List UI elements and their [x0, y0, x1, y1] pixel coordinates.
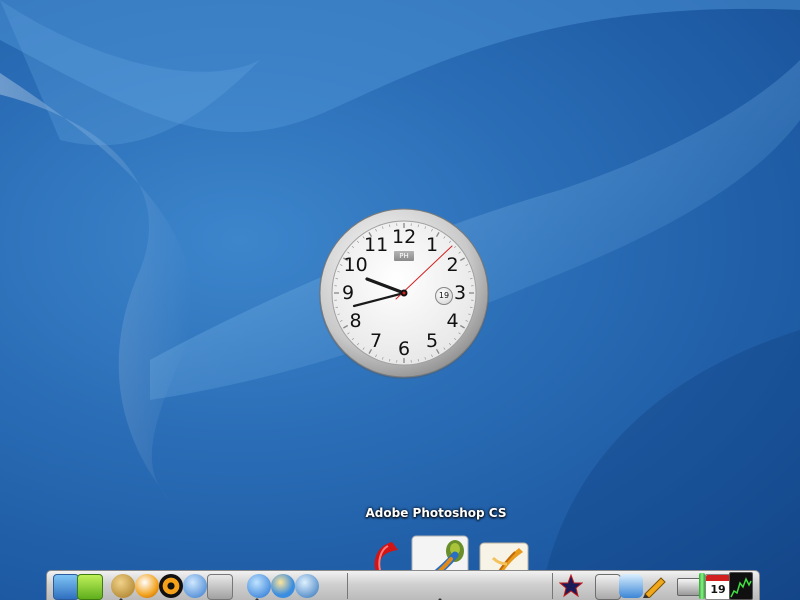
quicktime-icon[interactable] — [183, 574, 207, 598]
ical-day: 19 — [710, 583, 726, 596]
clock-number: 1 — [425, 233, 439, 256]
internet-explorer-icon[interactable] — [247, 574, 271, 598]
clock-number: 7 — [369, 330, 383, 353]
clock-number: 10 — [343, 254, 368, 276]
hard-drive-icon[interactable] — [677, 578, 701, 596]
finder-icon[interactable] — [53, 574, 79, 600]
clock-number: 6 — [397, 338, 411, 360]
activity-monitor-icon[interactable] — [729, 572, 753, 600]
clock-number: 9 — [341, 282, 355, 304]
clock-brand-badge: PH — [394, 251, 414, 261]
ichat-icon[interactable] — [77, 574, 103, 600]
pencil-app-icon[interactable] — [643, 574, 667, 599]
itunes-icon[interactable] — [619, 574, 643, 598]
clock-number: 8 — [349, 310, 362, 332]
burn-icon[interactable] — [135, 574, 159, 598]
dock-hover-label: Adobe Photoshop CS — [365, 506, 507, 520]
ical-icon[interactable]: 19 — [705, 574, 731, 600]
preview-icon[interactable] — [207, 574, 233, 600]
clock-number: 4 — [446, 310, 459, 332]
dock-separator — [347, 573, 348, 599]
radioactive-icon[interactable] — [159, 574, 183, 598]
network-icon[interactable] — [295, 574, 319, 598]
imovie-star-icon[interactable] — [558, 573, 584, 598]
clock-number: 12 — [392, 226, 417, 248]
desktop: 12 1 2 3 4 5 6 7 8 9 10 11 PH 19 Adobe Photoshop CS — [0, 0, 800, 600]
system-preferences-icon[interactable] — [595, 574, 621, 600]
clock-number: 2 — [446, 254, 459, 276]
safari-icon[interactable] — [271, 574, 295, 598]
clock-date-badge: 19 — [435, 287, 453, 305]
clock-number: 5 — [425, 330, 439, 353]
clock-widget[interactable]: 12 1 2 3 4 5 6 7 8 9 10 11 PH 19 — [318, 208, 490, 380]
dock: 19 — [46, 570, 760, 600]
dock-separator — [552, 573, 553, 599]
clock-number: 11 — [364, 233, 389, 256]
sherlock-icon[interactable] — [111, 574, 135, 598]
